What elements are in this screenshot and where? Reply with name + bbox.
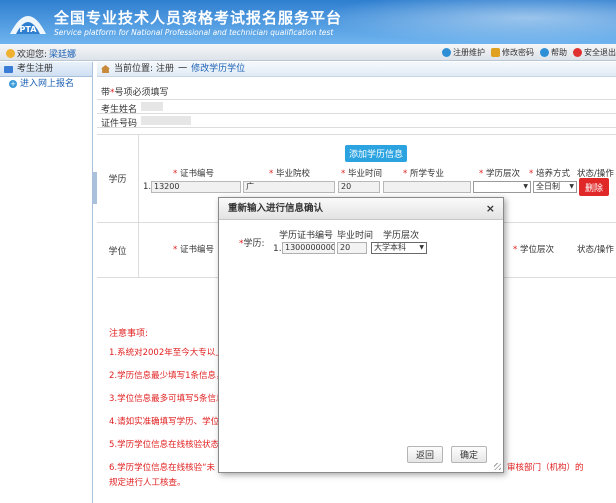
dialog-field-label: *学历: <box>239 239 265 249</box>
resize-grip-icon[interactable] <box>494 463 501 470</box>
logo-text: PTA <box>20 25 38 34</box>
name-row: 考生姓名 <box>97 99 616 115</box>
breadcrumb-prefix: 当前位置: <box>114 63 154 74</box>
person-icon <box>6 49 15 58</box>
power-icon <box>573 48 582 57</box>
sidebar-header-label: 考生注册 <box>17 63 54 74</box>
degree-col-status: 状态/操作 <box>577 245 614 255</box>
major-input[interactable] <box>383 181 471 193</box>
level-select[interactable]: ▼ <box>473 181 531 193</box>
site-title: 全国专业技术人员资格考试报名服务平台 <box>54 9 343 27</box>
dialog-level-value: 大学本科 <box>374 243 406 252</box>
col-cert-no: * 证书编号 <box>173 169 214 179</box>
username-link[interactable]: 梁廷娜 <box>49 50 76 60</box>
col-level: * 学历层次 <box>479 169 520 179</box>
dialog-col-cert-no: 学历证书编号 <box>279 231 334 241</box>
degree-col-cert-no: * 证书编号 <box>173 245 214 255</box>
note-line-4: 4.请如实准确填写学历、学位 <box>109 417 220 427</box>
close-icon[interactable]: × <box>486 198 495 220</box>
note-line-3: 3.学位信息最多可填写5条信息 <box>109 394 225 404</box>
sidebar-item-label: 进入网上报名 <box>20 79 75 89</box>
breadcrumb-current: 修改学历学位 <box>191 63 246 74</box>
help-link[interactable]: 帮助 <box>540 47 567 58</box>
note-line-7: 规定进行人工核查。 <box>109 478 186 488</box>
help-icon <box>540 48 549 57</box>
breadcrumb: 当前位置: 注册 一 修改学历学位 <box>97 62 616 77</box>
add-education-button[interactable]: 添加学历信息 <box>345 145 407 162</box>
confirm-button[interactable]: 确定 <box>451 446 487 463</box>
col-major: * 所学专业 <box>403 169 444 179</box>
notes-title: 注意事项: <box>109 329 149 339</box>
register-maintain-label: 注册维护 <box>453 48 485 57</box>
required-note-prefix: 带 <box>101 88 111 98</box>
note-line-6-tail: 审核部门（机构）的 <box>507 463 584 473</box>
required-note-suffix: 号项必须填写 <box>114 88 169 98</box>
home-icon <box>101 65 110 73</box>
col-grad-time: * 毕业时间 <box>341 169 382 179</box>
id-row: 证件号码 <box>97 113 616 129</box>
pta-logo-icon: PTA <box>10 16 46 34</box>
school-input[interactable]: 广 <box>243 181 335 193</box>
degree-label: 学位 <box>97 223 139 277</box>
sidebar-item-online-registration[interactable]: + 进入网上报名 <box>0 77 92 91</box>
top-links: 注册维护 修改密码 帮助 安全退出 <box>436 44 616 61</box>
id-value-blurred <box>141 116 191 125</box>
sidebar-header[interactable]: 考生注册 <box>0 62 92 77</box>
dialog-header: 重新输入进行信息确认 × <box>219 198 503 220</box>
note-line-2: 2.学历信息最少填写1条信息， <box>109 371 225 381</box>
dropdown-arrow-icon: ▼ <box>419 244 424 251</box>
name-value-blurred <box>141 102 163 111</box>
dialog-level-select[interactable]: 大学本科 ▼ <box>371 242 427 254</box>
welcome-text: 欢迎您: 梁廷娜 <box>6 47 76 60</box>
cert-no-input[interactable]: 13200 <box>151 181 241 193</box>
sidebar: 考生注册 + 进入网上报名 <box>0 62 93 503</box>
help-label: 帮助 <box>551 48 567 57</box>
confirm-dialog: 重新输入进行信息确认 × *学历: 学历证书编号 毕业时间 学历层次 1. 13… <box>218 197 504 473</box>
change-password-label: 修改密码 <box>502 48 534 57</box>
mode-select-value: 全日制 <box>536 182 560 191</box>
education-label: 学历 <box>97 135 139 222</box>
register-maintain-link[interactable]: 注册维护 <box>442 47 485 58</box>
row-index: 1. <box>143 182 152 192</box>
grad-time-input[interactable]: 20 <box>338 181 380 193</box>
dialog-cert-no-input[interactable]: 1300000000 <box>282 242 335 254</box>
site-subtitle: Service platform for National Profession… <box>54 28 334 37</box>
dropdown-arrow-icon: ▼ <box>523 183 528 190</box>
mode-select[interactable]: 全日制 ▼ <box>533 181 577 193</box>
welcome-label: 欢迎您: <box>17 50 48 60</box>
site-header: PTA 全国专业技术人员资格考试报名服务平台 Service platform … <box>0 0 616 44</box>
col-school: * 毕业院校 <box>269 169 310 179</box>
dialog-col-grad-time: 毕业时间 <box>337 231 374 241</box>
note-line-5: 5.学历学位信息在线核验状态 <box>109 440 220 450</box>
dialog-grad-time-input[interactable]: 20 <box>337 242 367 254</box>
header-decoration <box>316 0 616 44</box>
user-bar: 欢迎您: 梁廷娜 注册维护 修改密码 帮助 安全退出 <box>0 44 616 61</box>
delete-education-button[interactable]: 删除 <box>579 178 609 196</box>
logout-label: 安全退出 <box>584 48 616 57</box>
breadcrumb-separator: 一 <box>178 63 188 74</box>
note-line-6: 6.学历学位信息在线核验“未 <box>109 463 216 473</box>
back-button[interactable]: 返回 <box>407 446 443 463</box>
degree-col-level: * 学位层次 <box>513 245 554 255</box>
plus-circle-icon: + <box>9 80 17 88</box>
breadcrumb-root[interactable]: 注册 <box>156 62 174 77</box>
note-line-1: 1.系统对2002年至今大专以上 <box>109 348 224 358</box>
folder-icon <box>4 65 13 73</box>
required-note: 带*号项必须填写 <box>101 85 169 98</box>
id-label: 证件号码 <box>101 119 138 129</box>
lock-icon <box>491 48 500 57</box>
dialog-title: 重新输入进行信息确认 <box>228 203 324 214</box>
dialog-col-level: 学历层次 <box>383 231 420 241</box>
logout-link[interactable]: 安全退出 <box>573 47 616 58</box>
change-password-link[interactable]: 修改密码 <box>491 47 534 58</box>
user-edit-icon <box>442 48 451 57</box>
dropdown-arrow-icon: ▼ <box>569 183 574 190</box>
dialog-row-index: 1. <box>273 244 282 254</box>
col-mode: * 培养方式 <box>529 169 570 179</box>
